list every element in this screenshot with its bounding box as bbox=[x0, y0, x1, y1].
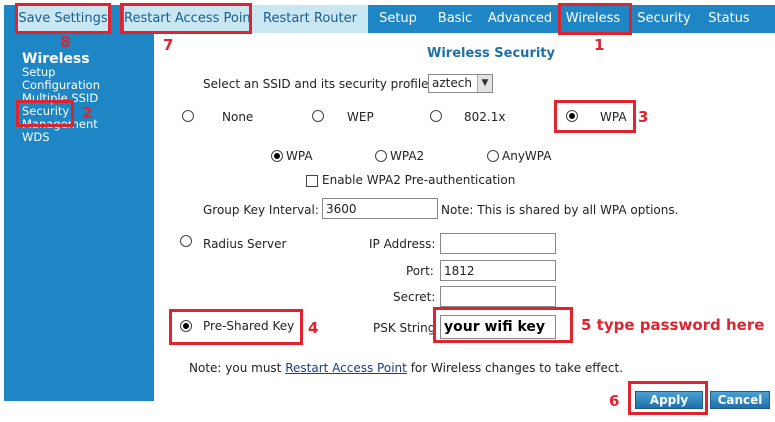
radius-server-radio[interactable] bbox=[180, 235, 192, 247]
annotation-number-1: 1 bbox=[594, 36, 605, 54]
annotation-number-4: 4 bbox=[308, 319, 319, 337]
group-key-input[interactable] bbox=[322, 198, 438, 219]
annotation-number-2: 2 bbox=[82, 104, 93, 122]
psk-string-label: PSK String bbox=[373, 321, 436, 335]
tab-restart-router[interactable]: Restart Router bbox=[252, 5, 368, 33]
ip-address-label: IP Address: bbox=[369, 237, 436, 251]
profile-none-radio[interactable] bbox=[182, 110, 194, 122]
mode-wpa-label: WPA bbox=[286, 149, 313, 163]
annotation-box-pre-shared-key bbox=[169, 309, 303, 345]
group-key-label: Group Key Interval: bbox=[203, 203, 319, 217]
mode-wpa-radio[interactable] bbox=[271, 150, 283, 162]
sidebar-item-wds[interactable]: WDS bbox=[22, 131, 50, 144]
annotation-box-psk-string bbox=[433, 307, 573, 343]
note-suffix: for Wireless changes to take effect. bbox=[410, 361, 624, 375]
annotation-box-wpa-profile bbox=[554, 100, 636, 133]
ssid-select[interactable]: aztech ▼ bbox=[428, 74, 493, 93]
tab-setup[interactable]: Setup bbox=[372, 5, 424, 33]
annotation-number-7: 7 bbox=[163, 36, 174, 54]
port-input[interactable] bbox=[440, 260, 556, 281]
ip-address-input[interactable] bbox=[440, 233, 556, 254]
preauth-checkbox[interactable] bbox=[306, 175, 318, 187]
profile-none-label: None bbox=[222, 110, 254, 124]
page-title: Wireless Security bbox=[427, 46, 555, 61]
annotation-number-5: 5 type password here bbox=[581, 316, 765, 334]
cancel-button[interactable]: Cancel bbox=[710, 391, 770, 409]
annotation-number-8: 8 bbox=[60, 33, 71, 51]
profile-wep-label: WEP bbox=[347, 110, 374, 124]
secret-input[interactable] bbox=[440, 286, 556, 307]
group-key-note: Note: This is shared by all WPA options. bbox=[441, 203, 679, 217]
tab-basic[interactable]: Basic bbox=[430, 5, 480, 33]
restart-note: Note: you must Restart Access Point for … bbox=[189, 361, 623, 375]
profile-8021x-label: 802.1x bbox=[464, 110, 506, 124]
profile-wep-radio[interactable] bbox=[312, 110, 324, 122]
mode-anywpa-radio[interactable] bbox=[487, 150, 499, 162]
annotation-box-save-settings bbox=[15, 3, 111, 34]
annotation-box-apply bbox=[628, 381, 708, 415]
preauth-label: Enable WPA2 Pre-authentication bbox=[322, 173, 516, 187]
mode-wpa2-label: WPA2 bbox=[390, 149, 425, 163]
tab-security[interactable]: Security bbox=[632, 5, 696, 33]
profile-8021x-radio[interactable] bbox=[430, 110, 442, 122]
mode-wpa2-radio[interactable] bbox=[375, 150, 387, 162]
secret-label: Secret: bbox=[393, 290, 436, 304]
annotation-box-wireless-tab bbox=[558, 3, 632, 35]
annotation-number-3: 3 bbox=[638, 108, 649, 126]
annotation-number-6: 6 bbox=[609, 392, 620, 410]
chevron-down-icon: ▼ bbox=[477, 75, 492, 92]
port-label: Port: bbox=[406, 264, 434, 278]
ssid-label: Select an SSID and its security profile: bbox=[203, 77, 433, 91]
annotation-box-sidebar-security bbox=[16, 100, 74, 127]
tab-status[interactable]: Status bbox=[700, 5, 758, 33]
mode-anywpa-label: AnyWPA bbox=[502, 149, 552, 163]
annotation-box-restart-access-point bbox=[120, 3, 252, 34]
tab-advanced[interactable]: Advanced bbox=[484, 5, 556, 33]
radius-server-label: Radius Server bbox=[203, 237, 287, 251]
ssid-select-value: aztech bbox=[432, 76, 472, 90]
note-prefix: Note: you must bbox=[189, 361, 282, 375]
restart-access-point-link[interactable]: Restart Access Point bbox=[285, 361, 407, 375]
